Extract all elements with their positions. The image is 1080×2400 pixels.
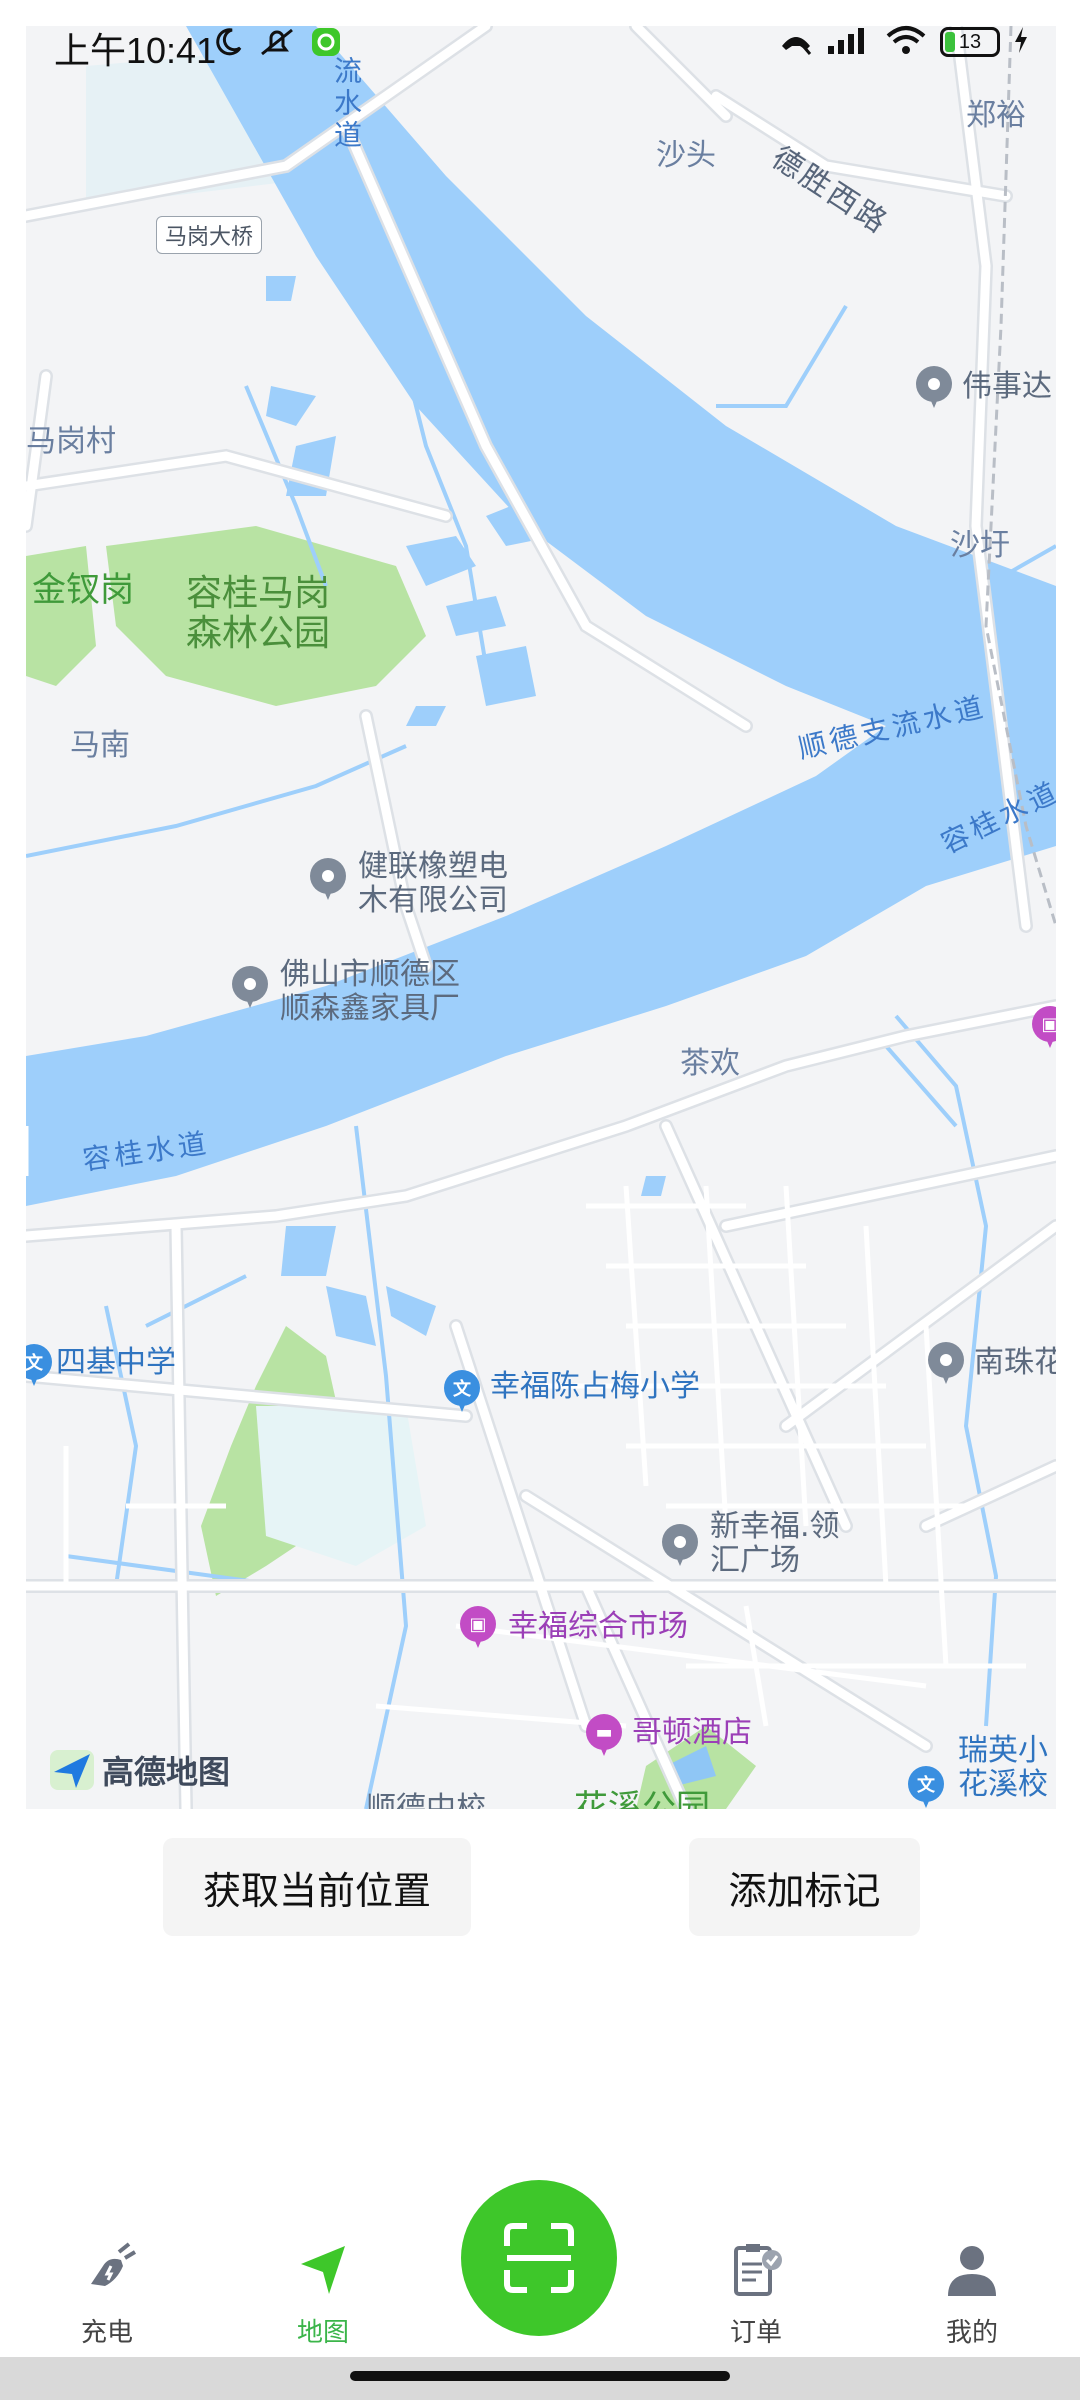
- charging-bolt-icon: [1012, 25, 1030, 59]
- status-left-icons: [212, 26, 342, 62]
- poi-label: 南珠花: [974, 1345, 1056, 1380]
- nav-item-map[interactable]: 地图: [253, 2240, 393, 2349]
- poi-label: 哥顿酒店: [632, 1715, 752, 1750]
- poi-label: 幸福陈占梅小学: [490, 1369, 700, 1404]
- nav-label-map: 地图: [296, 2318, 349, 2348]
- place-label: 郑裕: [966, 98, 1026, 133]
- nav-label-mine: 我的: [945, 2318, 998, 2348]
- poi-label: 伟事达: [962, 369, 1052, 404]
- nav-label-orders: 订单: [729, 2318, 782, 2348]
- nav-label-charge: 充电: [80, 2318, 133, 2348]
- amap-logo-icon: [48, 1746, 96, 1794]
- poi-label: 新幸福.领 汇广场: [710, 1509, 840, 1578]
- battery-icon: 13: [940, 27, 1000, 57]
- place-label: 沙圩: [950, 528, 1010, 563]
- poi-label: 健联橡塑电 木有限公司: [358, 849, 508, 918]
- poi-label: 幸福综合市场: [508, 1609, 688, 1644]
- poi-label: 佛山市顺德区 顺森鑫家具厂: [280, 957, 460, 1026]
- nav-item-orders[interactable]: 订单: [686, 2240, 826, 2349]
- poi-pin-icon: [232, 966, 268, 1010]
- charging-plug-icon: [37, 2240, 177, 2300]
- poi-pin-icon: [928, 1342, 964, 1386]
- poi-label: 瑞英小 花溪校: [958, 1733, 1048, 1802]
- mute-bell-icon: [258, 26, 296, 62]
- poi-pin-icon: [310, 858, 346, 902]
- map-view[interactable]: 流水道 郑裕 沙头 德胜西路 马岗大桥 伟事达 马岗村 沙圩 金钗岗 容桂马岗 …: [26, 26, 1056, 1809]
- get-current-location-button[interactable]: 获取当前位置: [163, 1838, 471, 1936]
- battery-level: 13: [958, 30, 982, 53]
- park-label: 容桂马岗 森林公园: [186, 573, 331, 654]
- hotel-pin-icon: ▬: [586, 1714, 622, 1758]
- market-pin-icon: ▣: [460, 1606, 496, 1650]
- nav-item-charge[interactable]: 充电: [37, 2240, 177, 2349]
- poi-pin-icon: ▣: [1032, 1006, 1056, 1050]
- status-bar: 上午10:41 13: [0, 0, 1080, 90]
- bottom-navigation: 充电 地图 订单 我的: [0, 2180, 1080, 2360]
- school-pin-icon: 文: [26, 1344, 52, 1388]
- place-label: 金钗岗: [32, 570, 134, 610]
- wifi-icon: [884, 24, 928, 60]
- poi-pin-icon: [916, 366, 952, 410]
- app-notification-icon: [310, 26, 342, 62]
- poi-label: 四基中学: [56, 1345, 176, 1380]
- scan-button[interactable]: [461, 2180, 617, 2336]
- cellular-signal-icon: [826, 24, 872, 60]
- call-off-icon: [778, 24, 814, 60]
- navigation-arrow-icon: [253, 2240, 393, 2300]
- place-label: 花溪公园: [574, 1788, 710, 1809]
- map-logo-text: 高德地图: [102, 1753, 231, 1791]
- user-avatar-icon: [902, 2240, 1042, 2300]
- place-label: 沙头: [656, 138, 716, 173]
- school-pin-icon: 文: [444, 1370, 480, 1414]
- system-gesture-bar: [0, 2357, 1080, 2400]
- map-provider-logo: 高德地图: [48, 1746, 230, 1794]
- nav-item-mine[interactable]: 我的: [902, 2240, 1042, 2349]
- status-time: 上午10:41: [54, 30, 217, 71]
- place-label: 茶欢: [680, 1046, 740, 1081]
- bridge-label: 马岗大桥: [156, 216, 263, 254]
- place-label: 顺德中校: [366, 1791, 486, 1810]
- place-label: 马南: [70, 728, 130, 763]
- school-pin-icon: 文: [908, 1766, 944, 1809]
- add-marker-button[interactable]: 添加标记: [689, 1838, 920, 1936]
- scan-icon: [504, 2223, 574, 2293]
- map-canvas: [26, 26, 1056, 1809]
- home-indicator-pill[interactable]: [350, 2371, 730, 2381]
- status-right-icons: 13: [778, 24, 1030, 60]
- order-clipboard-icon: [686, 2240, 826, 2300]
- poi-pin-icon: [662, 1524, 698, 1568]
- place-label: 马岗村: [26, 424, 116, 459]
- moon-icon: [212, 26, 244, 62]
